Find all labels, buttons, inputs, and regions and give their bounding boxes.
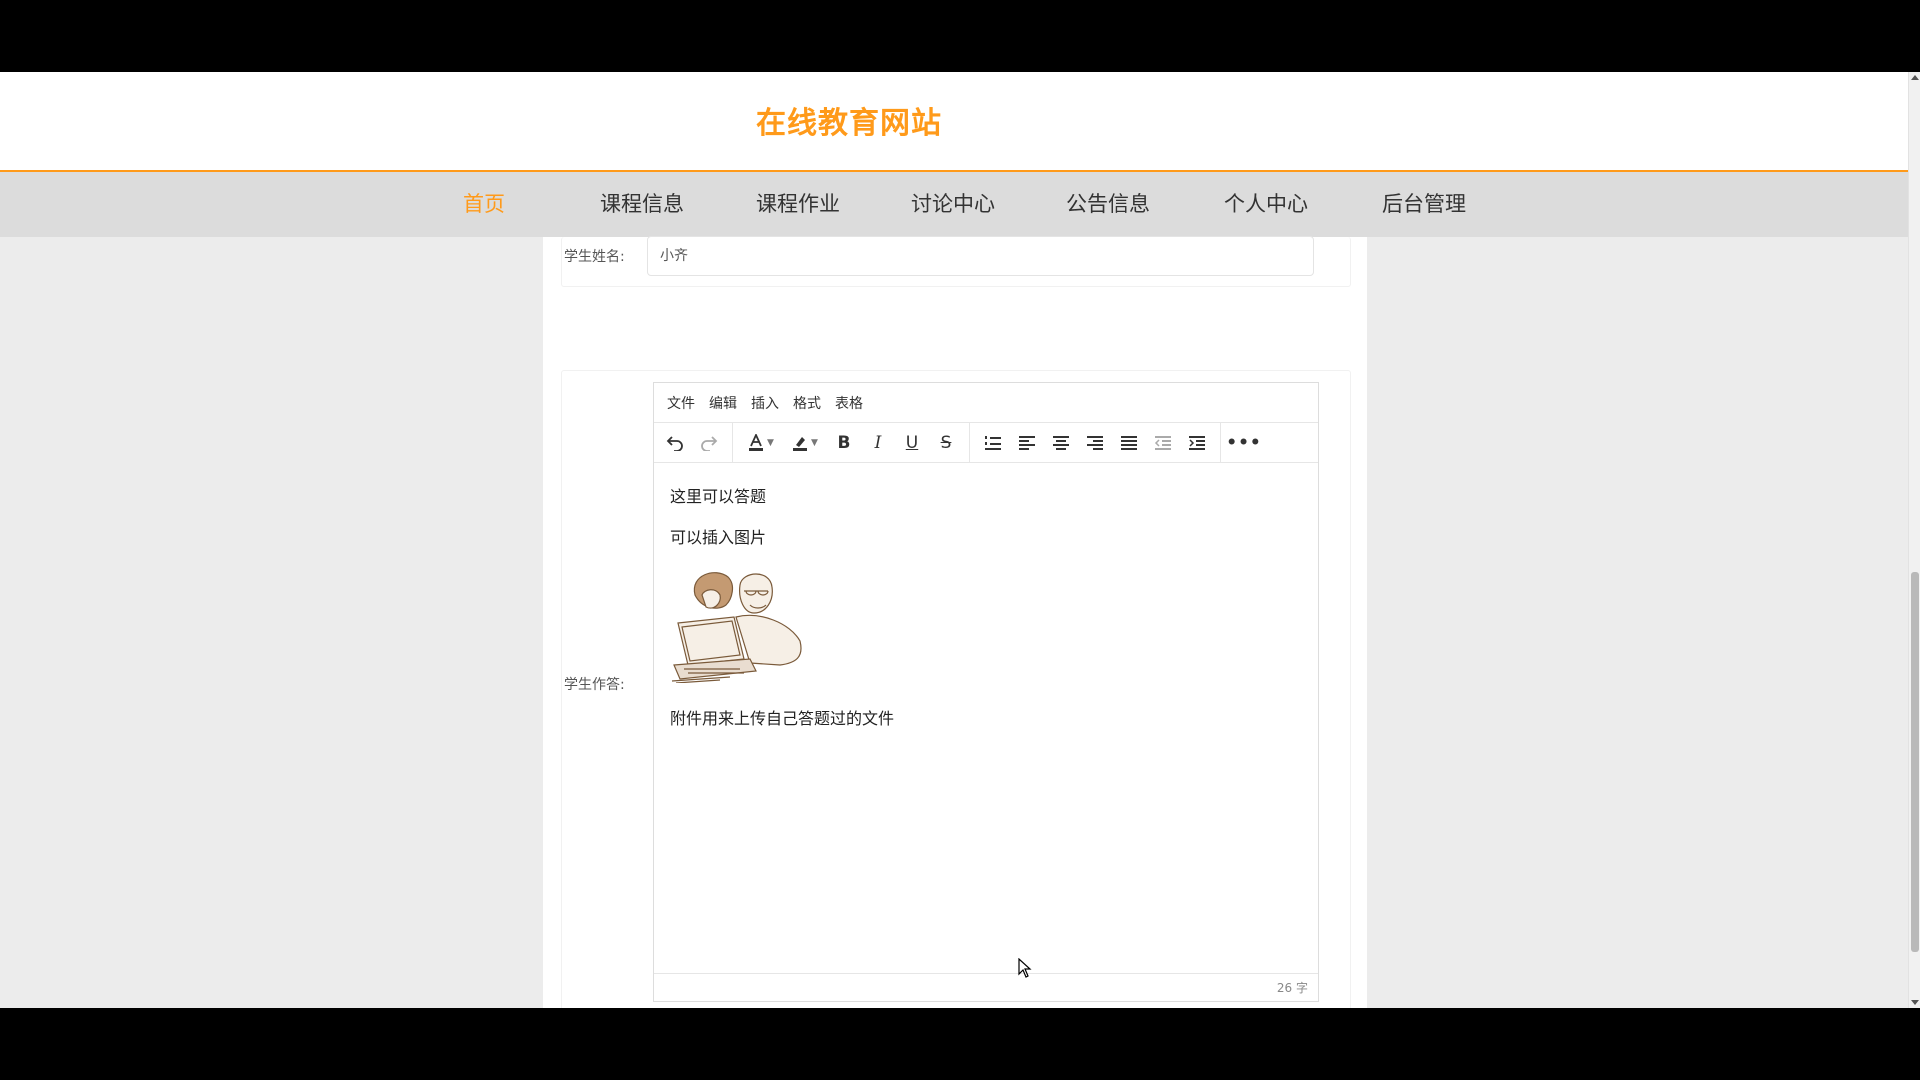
scroll-up-icon[interactable] bbox=[1911, 75, 1919, 80]
site-title[interactable]: 在线教育网站 bbox=[756, 98, 942, 142]
outdent-icon[interactable] bbox=[1146, 427, 1180, 459]
bold-icon[interactable]: B bbox=[827, 427, 861, 459]
strikethrough-icon[interactable]: S bbox=[929, 427, 963, 459]
answer-paragraph: 附件用来上传自己答题过的文件 bbox=[670, 709, 895, 728]
editor-toolbar: ▼ ▼ B I U S ••• bbox=[654, 422, 1318, 463]
word-count: 26 字 bbox=[654, 973, 1318, 1001]
scrollbar-thumb[interactable] bbox=[1911, 572, 1919, 952]
align-left-icon[interactable] bbox=[1010, 427, 1044, 459]
toolbar-separator bbox=[1220, 422, 1221, 463]
site-header: 在线教育网站 bbox=[0, 72, 1908, 172]
nav-item-home[interactable]: 首页 bbox=[414, 172, 554, 237]
mouse-cursor-icon bbox=[1018, 958, 1032, 978]
student-name-label: 学生姓名: bbox=[564, 249, 625, 265]
page: 在线教育网站 首页 课程信息 课程作业 讨论中心 公告信息 个人中心 后台管理 … bbox=[0, 72, 1908, 1008]
student-name-row: 学生姓名: 小齐 bbox=[561, 236, 1351, 287]
student-name-input[interactable]: 小齐 bbox=[647, 236, 1314, 276]
nav-item-admin[interactable]: 后台管理 bbox=[1354, 172, 1494, 237]
toolbar-separator bbox=[969, 422, 970, 463]
underline-icon[interactable]: U bbox=[895, 427, 929, 459]
nav-item-notices[interactable]: 公告信息 bbox=[1038, 172, 1178, 237]
italic-icon[interactable]: I bbox=[861, 427, 895, 459]
nav-item-profile[interactable]: 个人中心 bbox=[1196, 172, 1336, 237]
redo-icon[interactable] bbox=[692, 427, 726, 459]
menu-table[interactable]: 表格 bbox=[835, 393, 863, 413]
nav-item-homework[interactable]: 课程作业 bbox=[728, 172, 868, 237]
nav-item-courses[interactable]: 课程信息 bbox=[572, 172, 712, 237]
inserted-illustration[interactable] bbox=[670, 565, 820, 684]
more-icon[interactable]: ••• bbox=[1226, 427, 1261, 459]
student-answer-label: 学生作答: bbox=[564, 677, 625, 693]
editor-menubar: 文件 编辑 插入 格式 表格 bbox=[654, 383, 1318, 423]
rich-text-editor: 文件 编辑 插入 格式 表格 ▼ ▼ B I U S ••• 这里可以答题 可以… bbox=[653, 382, 1319, 1002]
indent-icon[interactable] bbox=[1180, 427, 1214, 459]
people-at-laptop-illustration-icon bbox=[671, 572, 802, 684]
scroll-down-icon[interactable] bbox=[1911, 1000, 1919, 1005]
page-scrollbar[interactable] bbox=[1908, 72, 1920, 1008]
chevron-down-icon: ▼ bbox=[811, 437, 818, 448]
toolbar-separator bbox=[732, 422, 733, 463]
undo-icon[interactable] bbox=[658, 427, 692, 459]
answer-paragraph: 这里可以答题 bbox=[670, 487, 767, 506]
menu-insert[interactable]: 插入 bbox=[751, 393, 779, 413]
main-nav: 首页 课程信息 课程作业 讨论中心 公告信息 个人中心 后台管理 bbox=[0, 172, 1908, 237]
letterbox-bottom bbox=[0, 1008, 1920, 1080]
form-panel: 学生姓名: 小齐 学生作答: 文件 编辑 插入 格式 表格 ▼ ▼ B I U … bbox=[543, 236, 1367, 1008]
numbered-list-icon[interactable] bbox=[976, 427, 1010, 459]
menu-file[interactable]: 文件 bbox=[667, 393, 695, 413]
nav-item-discussion[interactable]: 讨论中心 bbox=[883, 172, 1023, 237]
highlight-color-icon[interactable]: ▼ bbox=[783, 427, 827, 459]
menu-edit[interactable]: 编辑 bbox=[709, 393, 737, 413]
menu-format[interactable]: 格式 bbox=[793, 393, 821, 413]
editor-body[interactable]: 这里可以答题 可以插入图片 附件用来上传自己答题过的文件 bbox=[654, 465, 1318, 973]
align-justify-icon[interactable] bbox=[1112, 427, 1146, 459]
align-right-icon[interactable] bbox=[1078, 427, 1112, 459]
text-color-icon[interactable]: ▼ bbox=[739, 427, 783, 459]
browser-viewport: 在线教育网站 首页 课程信息 课程作业 讨论中心 公告信息 个人中心 后台管理 … bbox=[0, 72, 1920, 1008]
answer-paragraph: 可以插入图片 bbox=[670, 528, 767, 547]
chevron-down-icon: ▼ bbox=[767, 437, 774, 448]
align-center-icon[interactable] bbox=[1044, 427, 1078, 459]
letterbox-top bbox=[0, 0, 1920, 72]
